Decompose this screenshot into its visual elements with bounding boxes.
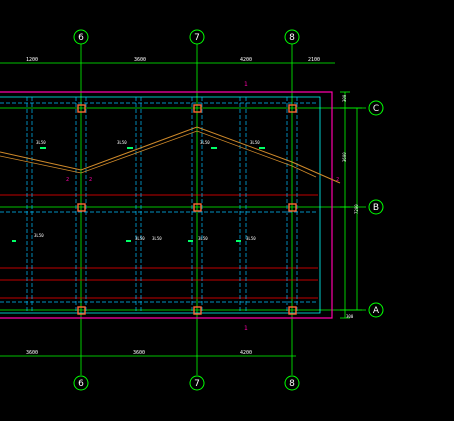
right-dim-4: 300	[346, 314, 354, 319]
axis-bubble-B: B	[368, 199, 384, 215]
svg-text:7: 7	[194, 379, 200, 389]
columns	[77, 104, 297, 315]
beam-tag-upper-4	[259, 147, 265, 149]
svg-text:B: B	[373, 203, 379, 213]
roof-line-inner	[0, 130, 317, 178]
section-mark-bottom: 1	[244, 325, 248, 332]
top-dim-3: 4200	[240, 57, 252, 63]
top-dim-1: 1200	[26, 57, 38, 63]
beam-tag-lower-3	[188, 240, 193, 242]
svg-text:8: 8	[289, 379, 295, 389]
cad-drawing-canvas: 1200 3600 4200 2100 3600 3600 4200 3L50 …	[0, 0, 454, 421]
beam-label-upper-1: 3L50	[36, 140, 46, 145]
beam-label-lower-3: 3L50	[198, 236, 208, 241]
right-dim-1: 300	[342, 94, 347, 102]
right-dim-2: 3600	[342, 152, 347, 162]
svg-text:A: A	[373, 306, 380, 316]
axis-bubble-8-bottom: 8	[284, 375, 300, 391]
svg-text:C: C	[373, 104, 379, 114]
side-mark-1: 2	[66, 177, 69, 183]
top-dim-4: 2100	[308, 57, 320, 63]
beam-tag-lower-1	[12, 240, 16, 242]
beam-tag-upper-3	[211, 147, 217, 149]
svg-text:8: 8	[289, 33, 295, 43]
beam-label-lower-2: 3L50	[135, 236, 145, 241]
beam-tag-upper-1	[40, 147, 46, 149]
roof-line-outer	[0, 126, 341, 184]
side-mark-3: 2	[336, 177, 339, 183]
beam-label-upper-2: 3L50	[117, 140, 127, 145]
axis-bubble-C: C	[368, 100, 384, 116]
section-mark-top: 1	[244, 81, 248, 88]
beam-label-lower-5: 3L50	[152, 236, 162, 241]
right-dim-3: 7200	[354, 204, 359, 214]
beam-label-lower-1: 3L50	[34, 233, 44, 238]
side-mark-2: 2	[89, 177, 92, 183]
bottom-dim-3: 4200	[240, 350, 252, 356]
beam-label-upper-3: 3L50	[200, 140, 210, 145]
svg-text:6: 6	[78, 33, 84, 43]
axis-bubble-6-top: 6	[73, 29, 89, 45]
axis-bubble-8-top: 8	[284, 29, 300, 45]
svg-text:6: 6	[78, 379, 84, 389]
beam-tag-upper-2	[127, 147, 133, 149]
axis-bubble-7-bottom: 7	[189, 375, 205, 391]
dashed-beams-vertical	[26, 97, 298, 313]
beam-label-upper-4: 3L50	[250, 140, 260, 145]
beam-label-lower-4: 3L50	[246, 236, 256, 241]
bottom-dim-1: 3600	[26, 350, 38, 356]
svg-text:7: 7	[194, 33, 200, 43]
top-dim-2: 3600	[134, 57, 146, 63]
axis-bubble-6-bottom: 6	[73, 375, 89, 391]
axis-bubble-7-top: 7	[189, 29, 205, 45]
axis-bubble-A: A	[368, 302, 384, 318]
bottom-dim-2: 3600	[133, 350, 145, 356]
beam-tag-lower-4	[236, 240, 241, 242]
inner-outline	[0, 96, 321, 314]
beam-tag-lower-2	[126, 240, 131, 242]
building-outline	[0, 91, 333, 319]
